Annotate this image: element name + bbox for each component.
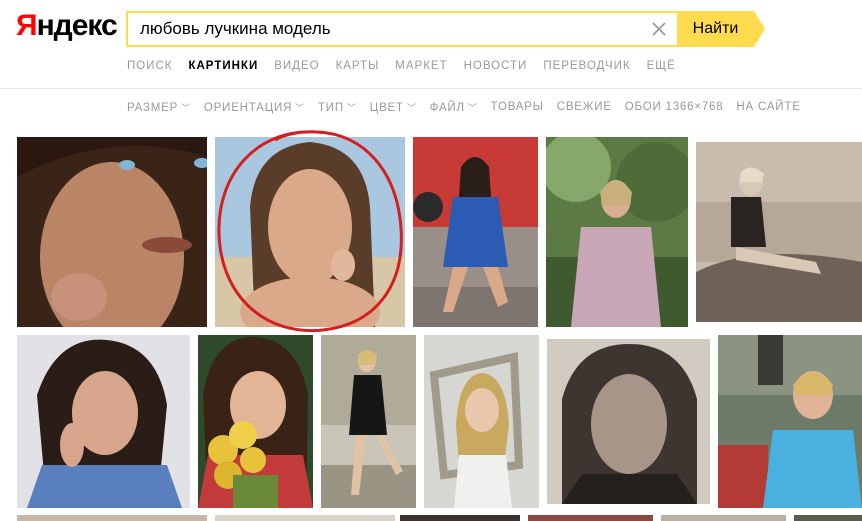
tab-market[interactable]: Маркет	[395, 60, 447, 72]
image-partial[interactable]	[528, 515, 653, 521]
image-partial[interactable]	[661, 515, 786, 521]
tab-translator[interactable]: Переводчик	[543, 60, 630, 72]
services-nav: Поиск Картинки Видео Карты Маркет Новост…	[127, 60, 692, 72]
chevron-down-icon: ﹀	[467, 103, 478, 113]
filter-type[interactable]: Тип ﹀	[318, 101, 357, 114]
yandex-logo[interactable]: Яндекс	[16, 9, 118, 43]
chevron-down-icon: ﹀	[406, 103, 417, 113]
image-partial[interactable]	[794, 515, 862, 521]
image-woman-blue-dress-red-car[interactable]	[413, 137, 538, 327]
logo-first-letter: Я	[16, 9, 38, 42]
image-girl-yellow-roses[interactable]	[198, 335, 313, 508]
search-input[interactable]	[128, 19, 640, 39]
image-woman-closeup-blue-eyes[interactable]	[17, 137, 207, 327]
tab-search[interactable]: Поиск	[127, 60, 172, 72]
clear-icon[interactable]	[649, 19, 669, 39]
filter-size[interactable]: Размер ﹀	[127, 101, 191, 114]
image-woman-pink-dress-trees[interactable]	[546, 137, 688, 327]
chevron-down-icon: ﹀	[295, 103, 305, 113]
image-woman-sitting-rocks-sepia[interactable]	[696, 142, 862, 322]
filter-file[interactable]: Файл ﹀	[430, 101, 478, 114]
filter-orientation[interactable]: Ориентация ﹀	[204, 101, 305, 114]
filter-on-site[interactable]: На сайте	[736, 101, 800, 114]
filter-products[interactable]: Товары	[491, 101, 544, 114]
image-woman-black-dress-stairs[interactable]	[321, 335, 416, 508]
image-woman-blue-top-outdoors[interactable]	[718, 335, 862, 508]
image-woman-holding-frame[interactable]	[424, 335, 539, 508]
search-button[interactable]: Найти	[677, 11, 754, 47]
image-partial[interactable]	[215, 515, 395, 521]
filters-bar: Размер ﹀ Ориентация ﹀ Тип ﹀ Цвет ﹀ Файл ﹀ Тов…	[127, 101, 814, 114]
tab-maps[interactable]: Карты	[336, 60, 380, 72]
image-partial[interactable]	[400, 515, 520, 521]
filter-wallpaper[interactable]: Обои 1366×768	[625, 101, 724, 114]
logo-rest: ндекс	[36, 9, 118, 42]
header-divider	[0, 88, 862, 89]
tab-video[interactable]: Видео	[274, 60, 319, 72]
image-woman-portrait-bw[interactable]	[547, 339, 710, 504]
image-woman-beach-highlighted[interactable]	[215, 137, 405, 327]
image-partial[interactable]	[17, 515, 207, 521]
chevron-down-icon: ﹀	[181, 103, 191, 113]
image-woman-blue-shirt-smiling[interactable]	[17, 335, 190, 508]
chevron-down-icon: ﹀	[346, 103, 357, 113]
tab-images[interactable]: Картинки	[188, 60, 258, 72]
tab-news[interactable]: Новости	[464, 60, 528, 72]
search-box	[126, 11, 679, 47]
filter-fresh[interactable]: Свежие	[557, 101, 612, 114]
search-button-arrow[interactable]	[754, 11, 765, 47]
tab-more[interactable]: Ещё	[647, 60, 676, 72]
filter-color[interactable]: Цвет ﹀	[370, 101, 417, 114]
